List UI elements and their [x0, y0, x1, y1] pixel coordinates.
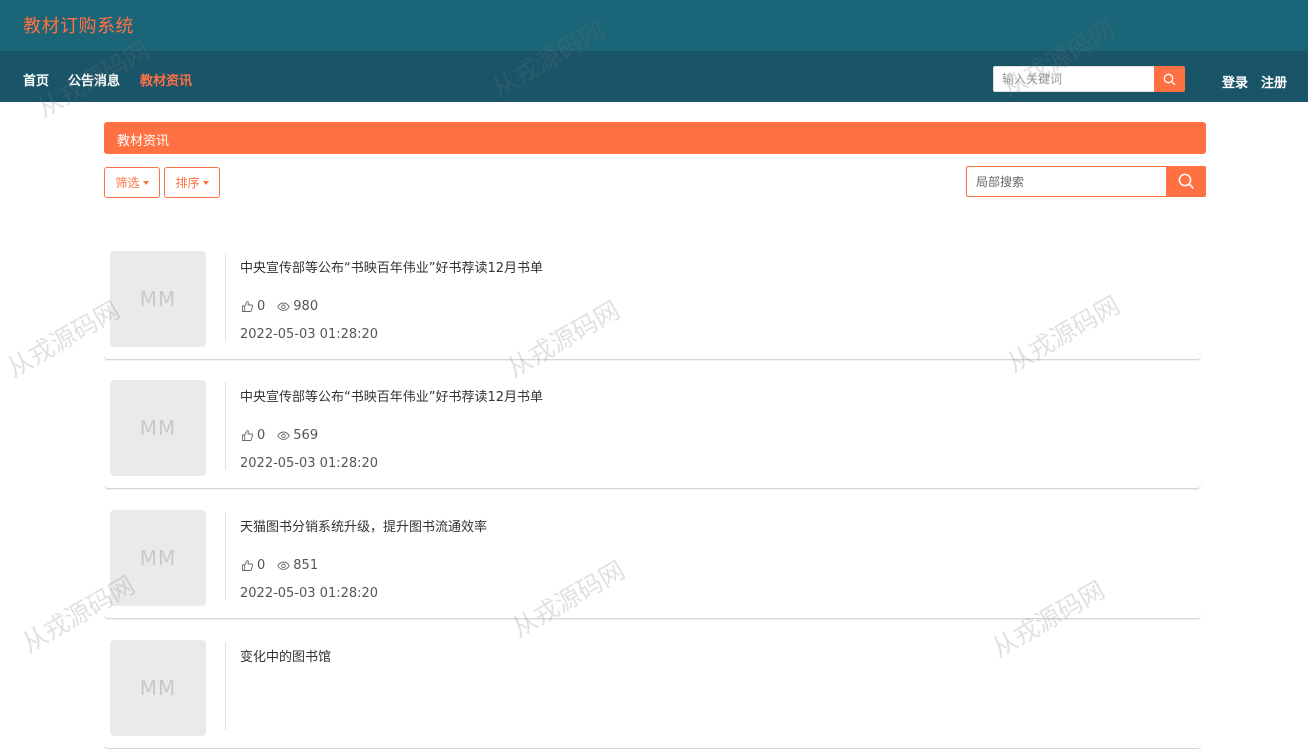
news-title[interactable]: 变化中的图书馆 [240, 646, 331, 665]
caret-down-icon [202, 180, 209, 185]
view-value: 980 [293, 299, 319, 314]
nav-search-input[interactable] [993, 66, 1154, 92]
search-icon [1163, 73, 1176, 85]
filter-dropdown[interactable]: 筛选 [104, 167, 160, 198]
nav-search-button[interactable] [1154, 66, 1185, 92]
local-search [966, 166, 1206, 197]
news-time: 2022-05-03 01:28:20 [240, 456, 379, 471]
section-title: 教材资讯 [117, 134, 170, 149]
divider [225, 512, 226, 600]
register-link[interactable]: 注册 [1261, 72, 1287, 91]
like-count: 0 [241, 299, 265, 314]
eye-icon [277, 302, 291, 311]
view-count: 851 [277, 558, 318, 573]
news-item[interactable]: MM 中央宣传部等公布“书映百年伟业”好书荐读12月书单 0 569 2022-… [104, 380, 1201, 489]
filter-label: 筛选 [115, 176, 140, 190]
top-header: 教材订购系统 [0, 0, 1308, 51]
news-item[interactable]: MM 中央宣传部等公布“书映百年伟业”好书荐读12月书单 0 980 2022-… [104, 251, 1201, 360]
news-item[interactable]: MM 变化中的图书馆 [104, 640, 1201, 749]
news-item[interactable]: MM 天猫图书分销系统升级，提升图书流通效率 0 851 2022-05-03 … [104, 510, 1201, 619]
divider [225, 642, 226, 730]
news-stats: 0 851 [241, 558, 330, 573]
like-value: 0 [257, 428, 266, 443]
news-thumbnail: MM [110, 510, 206, 606]
news-title[interactable]: 中央宣传部等公布“书映百年伟业”好书荐读12月书单 [240, 386, 543, 405]
like-value: 0 [257, 299, 266, 314]
news-title[interactable]: 中央宣传部等公布“书映百年伟业”好书荐读12月书单 [240, 257, 543, 276]
news-stats: 0 569 [241, 428, 330, 443]
sort-dropdown[interactable]: 排序 [164, 167, 220, 198]
view-value: 569 [293, 428, 319, 443]
divider [225, 253, 226, 341]
news-stats: 0 980 [241, 299, 330, 314]
view-count: 980 [277, 299, 318, 314]
news-time: 2022-05-03 01:28:20 [240, 327, 379, 342]
local-search-button[interactable] [1166, 166, 1206, 197]
sort-label: 排序 [175, 176, 200, 190]
view-value: 851 [293, 558, 319, 573]
search-icon [1178, 173, 1194, 190]
eye-icon [277, 561, 291, 570]
like-count: 0 [241, 428, 265, 443]
like-value: 0 [257, 558, 266, 573]
news-thumbnail: MM [110, 640, 206, 736]
main-nav: 首页 公告消息 教材资讯 登录 注册 [0, 51, 1308, 102]
nav-search [993, 66, 1185, 92]
thumbs-up-icon [242, 430, 253, 441]
news-thumbnail: MM [110, 251, 206, 347]
nav-item-announcements[interactable]: 公告消息 [68, 70, 120, 89]
section-header: 教材资讯 [104, 122, 1206, 154]
news-thumbnail: MM [110, 380, 206, 476]
thumbs-up-icon [242, 301, 253, 312]
local-search-input[interactable] [966, 166, 1167, 197]
caret-down-icon [142, 180, 149, 185]
news-time: 2022-05-03 01:28:20 [240, 586, 379, 601]
app-title: 教材订购系统 [23, 16, 134, 37]
thumbs-up-icon [242, 560, 253, 571]
like-count: 0 [241, 558, 265, 573]
login-link[interactable]: 登录 [1222, 72, 1248, 91]
nav-item-home[interactable]: 首页 [23, 70, 49, 89]
news-title[interactable]: 天猫图书分销系统升级，提升图书流通效率 [240, 516, 487, 535]
view-count: 569 [277, 428, 318, 443]
eye-icon [277, 431, 291, 440]
divider [225, 382, 226, 470]
nav-item-textbook-news[interactable]: 教材资讯 [140, 70, 192, 89]
